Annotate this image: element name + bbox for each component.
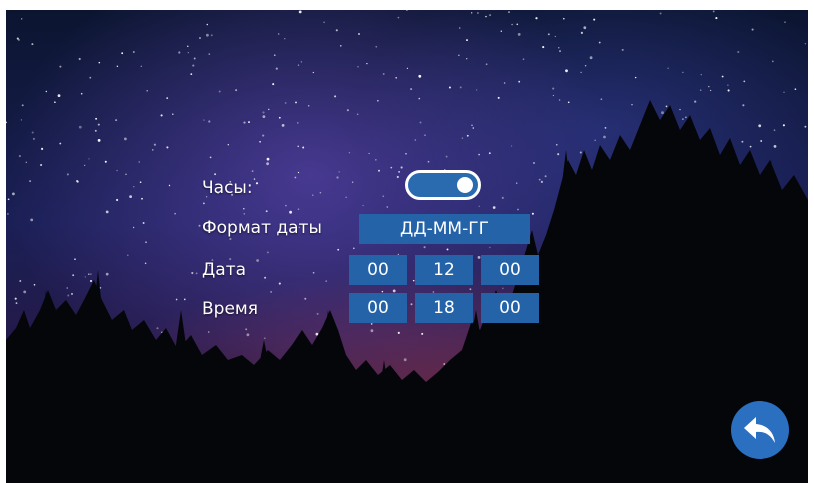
toggle-knob [457, 177, 473, 193]
date-format-label: Формат даты [202, 218, 322, 238]
time-minutes-field[interactable]: 18 [415, 293, 473, 323]
forest-silhouette [6, 100, 808, 483]
date-year-field[interactable]: 00 [481, 255, 539, 285]
time-seconds-field[interactable]: 00 [481, 293, 539, 323]
time-hours-field[interactable]: 00 [349, 293, 407, 323]
date-format-select[interactable]: ДД-ММ-ГГ [359, 214, 530, 244]
date-day-field[interactable]: 00 [349, 255, 407, 285]
clock-toggle[interactable] [405, 170, 481, 200]
back-arrow-icon [744, 417, 775, 443]
date-month-field[interactable]: 12 [415, 255, 473, 285]
clock-label: Часы: [202, 178, 253, 198]
screen: Часы: Формат даты ДД-ММ-ГГ Дата 00 12 00… [6, 10, 808, 483]
date-label: Дата [202, 260, 247, 280]
time-label: Время [202, 299, 258, 319]
back-button[interactable] [731, 401, 789, 459]
